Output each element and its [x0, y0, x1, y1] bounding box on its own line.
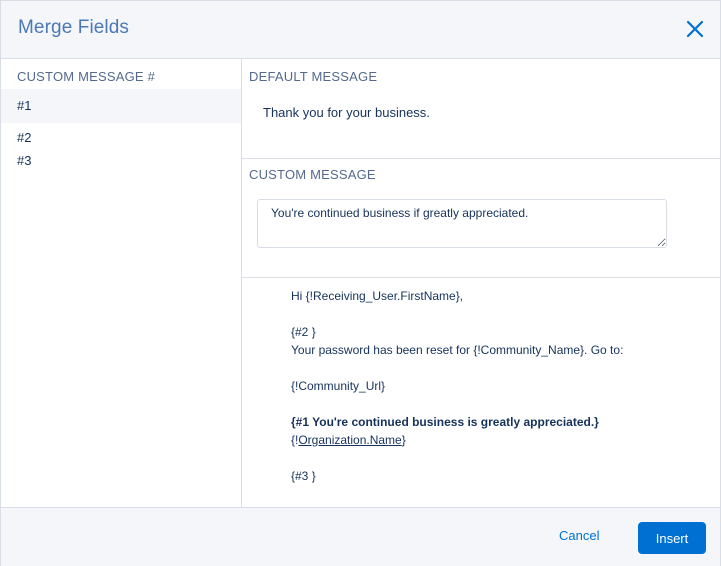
- merge-fields-modal: Merge Fields CUSTOM MESSAGE # #1 #2 #3 D…: [0, 0, 721, 566]
- divider: [242, 277, 721, 278]
- preview-slot-1: {#1 You're continued business is greatly…: [291, 415, 599, 429]
- preview-blank-line: [291, 305, 711, 323]
- preview-community-url: {!Community_Url}: [291, 379, 386, 393]
- modal-title: Merge Fields: [18, 17, 130, 38]
- default-message-text: Thank you for your business.: [263, 105, 430, 120]
- preview-blank-line: [291, 449, 711, 467]
- org-suffix: }: [401, 433, 406, 447]
- preview-blank-line: [291, 395, 711, 413]
- preview-organization-name: {!Organization.Name}: [291, 431, 711, 449]
- preview-slot-2: {#2 }: [291, 325, 316, 339]
- sidebar-item-3[interactable]: #3: [1, 148, 241, 174]
- divider: [242, 158, 721, 159]
- close-icon: [686, 20, 704, 38]
- message-editor-panel: DEFAULT MESSAGE Thank you for your busin…: [242, 59, 721, 507]
- org-name: Organization.Name: [298, 433, 402, 447]
- cancel-button[interactable]: Cancel: [559, 528, 599, 543]
- custom-message-textarea[interactable]: You're continued business if greatly app…: [257, 199, 667, 248]
- modal-footer: Cancel Insert: [1, 507, 720, 566]
- template-preview: Hi {!Receiving_User.FirstName}, {#2 } Yo…: [291, 287, 711, 485]
- preview-password-line: Your password has been reset for {!Commu…: [291, 343, 624, 357]
- custom-message-heading: CUSTOM MESSAGE: [249, 167, 376, 182]
- custom-message-sidebar: CUSTOM MESSAGE # #1 #2 #3: [1, 59, 242, 507]
- sidebar-item-1[interactable]: #1: [1, 89, 241, 123]
- insert-button[interactable]: Insert: [638, 522, 706, 554]
- preview-blank-line: [291, 359, 711, 377]
- preview-slot-3: {#3 }: [291, 469, 316, 483]
- sidebar-heading: CUSTOM MESSAGE #: [17, 69, 156, 84]
- modal-header: Merge Fields: [1, 1, 720, 59]
- close-button[interactable]: [684, 18, 706, 40]
- preview-greeting: Hi {!Receiving_User.FirstName},: [291, 289, 464, 303]
- default-message-heading: DEFAULT MESSAGE: [249, 69, 378, 84]
